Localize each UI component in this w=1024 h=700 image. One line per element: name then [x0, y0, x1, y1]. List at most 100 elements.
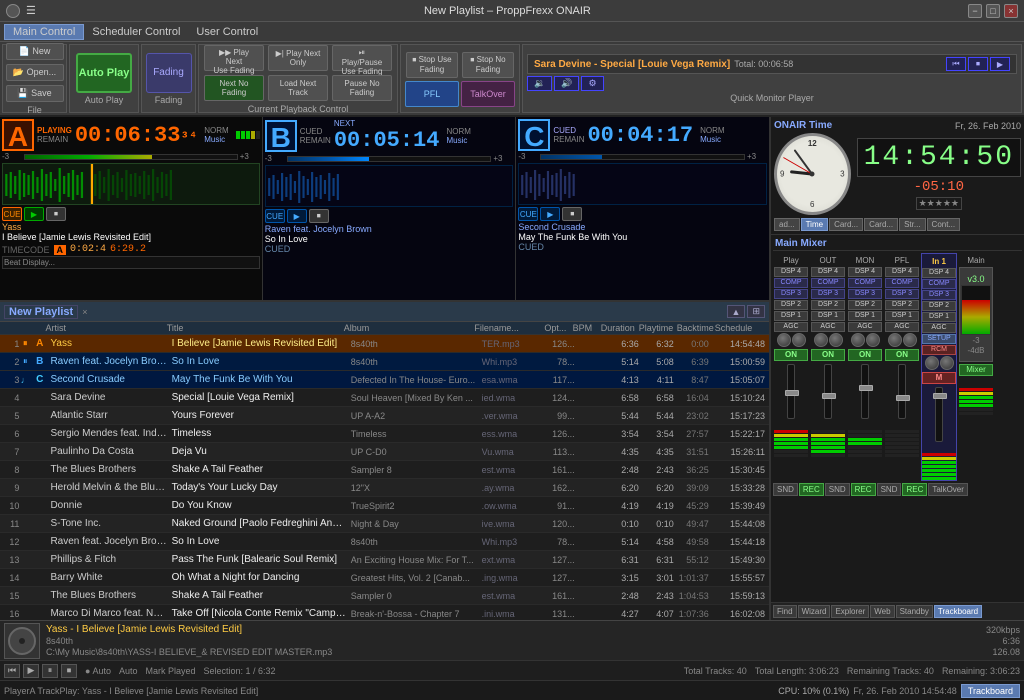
- mixer-fader-pfl[interactable]: [898, 364, 906, 419]
- stop-no-fading-button[interactable]: ⏹ Stop No Fading: [462, 52, 514, 78]
- table-row[interactable]: 10 Donnie Do You Know TrueSpirit2 .ow.wm…: [0, 497, 769, 515]
- mixer-fader-thumb-out[interactable]: [822, 393, 836, 399]
- table-row[interactable]: 15 The Blues Brothers Shake A Tail Feath…: [0, 587, 769, 605]
- clock-tab-ad[interactable]: ad...: [774, 218, 800, 231]
- mixer-on-play[interactable]: ON: [774, 349, 808, 361]
- find-btn[interactable]: Find: [773, 605, 797, 618]
- mixer-agc-in1[interactable]: AGC: [922, 323, 956, 333]
- qm-vol-up[interactable]: 🔊: [554, 76, 579, 91]
- deck-a-stop-btn[interactable]: ⏹: [46, 207, 66, 221]
- mixer-dsp4-in1[interactable]: DSP 4: [922, 268, 956, 278]
- table-row[interactable]: 5 Atlantic Starr Yours Forever UP A-A2 .…: [0, 407, 769, 425]
- standby-btn[interactable]: Standby: [896, 605, 933, 618]
- playlist-title[interactable]: New Playlist: [4, 305, 78, 319]
- qm-vol-down[interactable]: 🔉: [527, 76, 552, 91]
- mixer-gain-knob-play[interactable]: [792, 333, 806, 347]
- mixer-agc-out[interactable]: AGC: [811, 322, 845, 332]
- deck-c-stop-btn[interactable]: ⏹: [562, 207, 582, 221]
- table-row[interactable]: 9 Herold Melvin & the Blue Notes Today's…: [0, 479, 769, 497]
- table-row[interactable]: 1 ⏸ A Yass I Believe [Jamie Lewis Revisi…: [0, 335, 769, 353]
- table-row[interactable]: 2 ⏸ B Raven feat. Jocelyn Brown So In Lo…: [0, 353, 769, 371]
- mixer-fader-thumb-play[interactable]: [785, 390, 799, 396]
- qm-settings[interactable]: ⚙: [581, 76, 603, 91]
- save-button[interactable]: 💾 Save: [6, 85, 64, 102]
- col-header-playtime[interactable]: Playtime: [637, 323, 675, 333]
- pfl-button[interactable]: PFL: [405, 81, 459, 107]
- wizard-btn[interactable]: Wizard: [798, 605, 831, 618]
- mixer-fader-play[interactable]: [787, 364, 795, 419]
- deck-b-play-btn[interactable]: ▶: [287, 209, 307, 223]
- table-row[interactable]: 12 Raven feat. Jocelyn Brown So In Love …: [0, 533, 769, 551]
- play-next-only-button[interactable]: ▶| Play NextOnly: [268, 45, 328, 71]
- col-header-duration[interactable]: Duration: [599, 323, 637, 333]
- mixer-on-out[interactable]: ON: [811, 349, 845, 361]
- table-row[interactable]: 13 Phillips & Fitch Pass The Funk [Balea…: [0, 551, 769, 569]
- prev-btn[interactable]: ⏮: [4, 664, 20, 678]
- qm-btn3[interactable]: ▶: [990, 57, 1010, 71]
- table-row[interactable]: 6 Sergio Mendes feat. India.Arie Timeles…: [0, 425, 769, 443]
- deck-b-cue-btn[interactable]: CUE: [265, 209, 285, 223]
- playlist-rows[interactable]: 1 ⏸ A Yass I Believe [Jamie Lewis Revisi…: [0, 335, 769, 620]
- rec-btn3[interactable]: REC: [902, 483, 927, 496]
- mixer-dsp4-mon[interactable]: DSP 4: [848, 267, 882, 277]
- new-button[interactable]: 📄 New: [6, 43, 64, 60]
- mixer-dsp1-in1[interactable]: DSP 1: [922, 312, 956, 322]
- web-btn[interactable]: Web: [870, 605, 894, 618]
- menu-scheduler-control[interactable]: Scheduler Control: [84, 25, 188, 39]
- col-header-bpm-opt[interactable]: Opt...: [542, 323, 570, 333]
- mixer-pan-knob-pfl[interactable]: [888, 333, 902, 347]
- col-header-bpm[interactable]: BPM: [571, 323, 599, 333]
- table-row[interactable]: 16 Marco Di Marco feat. Nathan Haines Ta…: [0, 605, 769, 620]
- col-header-file[interactable]: Filename...: [472, 323, 542, 333]
- deck-c-cue-btn[interactable]: CUE: [518, 207, 538, 221]
- mixer-rcm-in1[interactable]: RCM: [922, 345, 956, 355]
- mixer-comp-mon[interactable]: COMP: [848, 278, 882, 288]
- snd-btn3[interactable]: SND: [877, 483, 902, 496]
- table-row[interactable]: 8 The Blues Brothers Shake A Tail Feathe…: [0, 461, 769, 479]
- talkover-button[interactable]: TalkOver: [461, 81, 515, 107]
- mixer-gain-knob-in1[interactable]: [940, 356, 954, 370]
- mixer-fader-thumb-pfl[interactable]: [896, 395, 910, 401]
- pl-sort-btn[interactable]: ▲: [727, 305, 746, 318]
- play-btn[interactable]: ▶: [23, 664, 39, 678]
- deck-a-play-btn[interactable]: ▶: [24, 207, 44, 221]
- col-header-album[interactable]: Album: [342, 323, 473, 333]
- deck-c-play-btn[interactable]: ▶: [540, 207, 560, 221]
- play-next-button[interactable]: ▶▶ Play NextUse Fading: [204, 45, 264, 71]
- menu-main-control[interactable]: Main Control: [4, 24, 84, 40]
- mixer-agc-pfl[interactable]: AGC: [885, 322, 919, 332]
- table-row[interactable]: 3 ♩ C Second Crusade May The Funk Be Wit…: [0, 371, 769, 389]
- mixer-dsp3-mon[interactable]: DSP 3: [848, 289, 882, 299]
- play-pause-button[interactable]: ⏯ Play/PauseUse Fading: [332, 45, 392, 71]
- mixer-on-pfl[interactable]: ON: [885, 349, 919, 361]
- explorer-btn[interactable]: Explorer: [831, 605, 869, 618]
- mixer-fader-mon[interactable]: [861, 364, 869, 419]
- clock-tab-str[interactable]: Str...: [899, 218, 925, 231]
- win-menu-file[interactable]: ☰: [23, 4, 39, 18]
- pause-no-fading-button[interactable]: Pause No Fading: [332, 75, 392, 101]
- mixer-main-on[interactable]: Mixer: [959, 364, 993, 376]
- rec-btn2[interactable]: REC: [851, 483, 876, 496]
- mixer-dsp2-pfl[interactable]: DSP 2: [885, 300, 919, 310]
- mixer-agc-play[interactable]: AGC: [774, 322, 808, 332]
- mixer-dsp4-play[interactable]: DSP 4: [774, 267, 808, 277]
- mixer-on-mon[interactable]: ON: [848, 349, 882, 361]
- col-header-deck[interactable]: [23, 323, 44, 333]
- load-next-button[interactable]: Load Next Track: [268, 75, 328, 101]
- mixer-dsp1-pfl[interactable]: DSP 1: [885, 311, 919, 321]
- mixer-dsp4-out[interactable]: DSP 4: [811, 267, 845, 277]
- mixer-comp-play[interactable]: COMP: [774, 278, 808, 288]
- mixer-pan-knob-play[interactable]: [777, 333, 791, 347]
- pl-filter-btn[interactable]: ⊞: [747, 305, 765, 318]
- mixer-fader-in1[interactable]: [935, 387, 943, 442]
- mixer-setup-in1[interactable]: SETUP: [922, 334, 956, 344]
- table-row[interactable]: 4 Sara Devine Special [Louie Vega Remix]…: [0, 389, 769, 407]
- mixer-dsp2-in1[interactable]: DSP 2: [922, 301, 956, 311]
- qm-btn2[interactable]: ⏹: [968, 57, 988, 71]
- table-row[interactable]: 14 Barry White Oh What a Night for Danci…: [0, 569, 769, 587]
- mixer-comp-in1[interactable]: COMP: [922, 279, 956, 289]
- mixer-dsp1-play[interactable]: DSP 1: [774, 311, 808, 321]
- mixer-dsp3-in1[interactable]: DSP 3: [922, 290, 956, 300]
- maximize-button[interactable]: □: [986, 4, 1000, 18]
- qm-btn1[interactable]: ⏮: [946, 57, 966, 71]
